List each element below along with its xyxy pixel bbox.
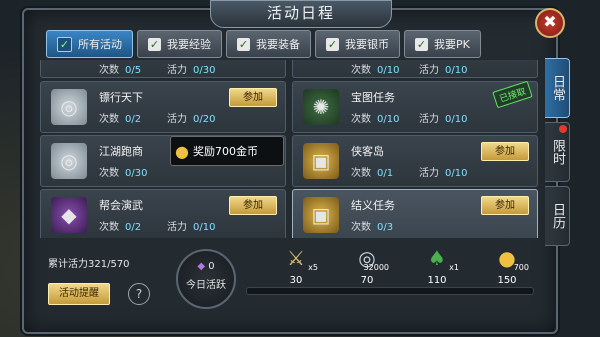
gold-coins-icon: ● [175,141,189,161]
crystal-icon: ◆ [51,197,87,233]
join-button[interactable]: 参加 [229,196,277,215]
milestone-reward[interactable]: ◎ 32000 70 [347,245,389,286]
help-button[interactable]: ? [128,283,150,305]
check-icon: ✓ [57,36,72,52]
silver-coins-icon: ◎ [51,143,87,179]
panel-title: 活动日程 [210,0,392,28]
filter-tabs: ✓ 所有活动 ✓ 我要经验 ✓ 我要装备 ✓ 我要银币 ✓ 我要PK [46,30,481,58]
vitality-panel: 累计活力321/570 活动提醒 ? ◆ 0 今日活跃 ⚔ x5 30 ◎ 32… [40,243,538,323]
tab-pk[interactable]: ✓ 我要PK [404,30,481,58]
tab-silver[interactable]: ✓ 我要银币 [315,30,400,58]
notification-dot [559,125,567,133]
tab-equipment[interactable]: ✓ 我要装备 [226,30,311,58]
side-tab-limited[interactable]: 限时 [545,122,570,182]
check-icon: ✓ [148,37,161,51]
activity-card-partial[interactable]: 次数 0/5 活力 0/30 [40,60,286,78]
side-tabs: 日常 限时 日历 [545,58,570,250]
side-tab-daily[interactable]: 日常 [545,58,570,118]
side-tab-calendar[interactable]: 日历 [545,186,570,246]
treasure-map-icon: ✺ [303,89,339,125]
check-icon: ✓ [237,37,250,51]
accepted-badge: 已接取 [492,80,533,109]
activity-progress-bar [246,287,534,295]
activity-card[interactable]: ▣ 侠客岛 次数 0/1 活力 0/10 参加 [292,135,538,187]
activity-remind-button[interactable]: 活动提醒 [48,283,110,305]
check-icon: ✓ [326,37,339,51]
treasure-chest-icon: ▣ [303,197,339,233]
milestone-reward[interactable]: ⚔ x5 30 [276,245,318,286]
check-icon: ✓ [415,37,428,51]
reward-tooltip: ● 奖励700金币 [170,136,284,166]
activity-card[interactable]: ✺ 宝图任务 次数 0/10 活力 0/10 已接取 [292,80,538,133]
today-activity: ◆ 0 今日活跃 [176,249,236,309]
milestone-reward[interactable]: ● 700 150 [487,245,529,286]
gem-icon: ◆ [197,261,206,272]
tab-all-activities[interactable]: ✓ 所有活动 [46,30,133,58]
join-button[interactable]: 参加 [229,88,277,107]
activity-card[interactable]: ◎ 镖行天下 次数 0/2 活力 0/20 参加 [40,81,286,133]
tab-experience[interactable]: ✓ 我要经验 [137,30,222,58]
activity-card[interactable]: ◆ 帮会演武 次数 0/2 活力 0/10 参加 [40,189,286,238]
silver-coins-icon: ◎ [51,89,87,125]
treasure-chest-icon: ▣ [303,143,339,179]
join-button[interactable]: 参加 [481,196,529,215]
activity-list[interactable]: 次数 0/5 活力 0/30 次数 0/10 活力 0/10 ◎ 镖行天下 次数 0/2 活力 0… [40,60,538,238]
activity-card-partial[interactable]: 次数 0/10 活力 0/10 [292,60,538,78]
milestone-reward[interactable]: ♠ x1 110 [417,245,459,286]
join-button[interactable]: 参加 [481,142,529,161]
accumulated-vitality: 累计活力321/570 [48,259,130,270]
activity-card-selected[interactable]: ▣ 结义任务 次数 0/3 参加 [292,189,538,238]
close-button[interactable]: ✖ [535,8,565,38]
